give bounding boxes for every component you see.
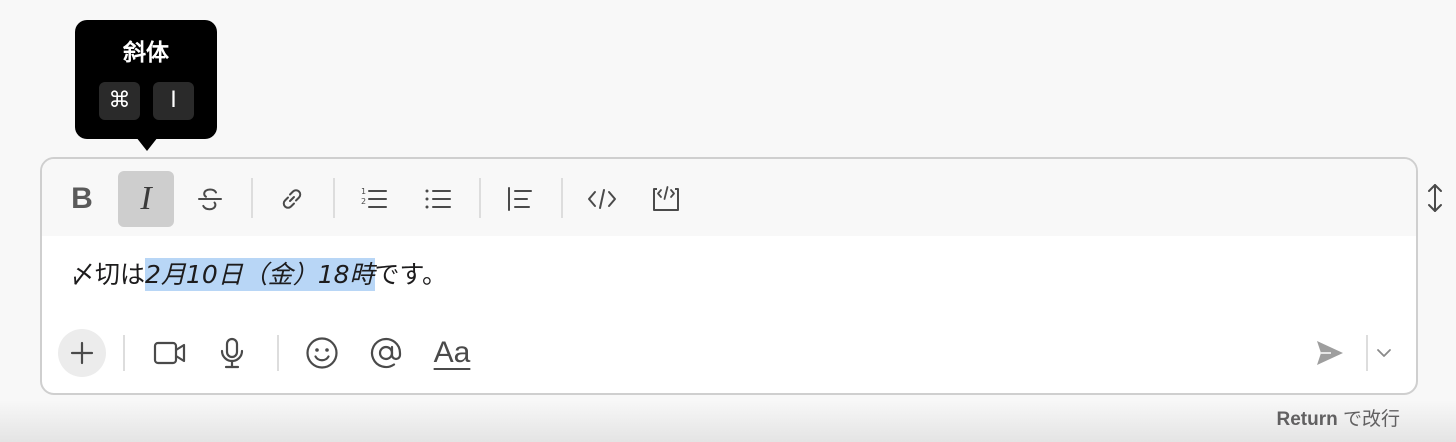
tooltip-arrow [136, 137, 158, 151]
hint-action: で改行 [1342, 409, 1400, 430]
code-block-icon [653, 186, 679, 211]
command-key-cap: ⌘ [99, 82, 140, 120]
expand-composer-button[interactable] [1424, 182, 1446, 214]
video-clip-button[interactable] [146, 329, 194, 377]
hint-key: Return [1276, 409, 1338, 430]
link-icon [282, 189, 302, 209]
schedule-send-button[interactable] [1370, 329, 1398, 377]
audio-clip-button[interactable] [208, 329, 256, 377]
send-icon [1317, 341, 1343, 365]
emoji-icon [306, 337, 338, 369]
bold-button[interactable]: B [54, 171, 110, 227]
toolbar-divider [561, 178, 563, 218]
toolbar-divider [479, 178, 481, 218]
italic-button[interactable]: I [118, 171, 174, 227]
send-button[interactable] [1306, 329, 1354, 377]
svg-text:1: 1 [361, 187, 366, 196]
at-sign-icon [370, 337, 402, 369]
message-text-after: です。 [374, 260, 448, 289]
emoji-button[interactable] [298, 329, 346, 377]
strikethrough-button[interactable] [182, 171, 238, 227]
message-input[interactable]: 〆切は2月10日（金）18時です。 [70, 255, 447, 295]
formatting-toolbar: B I 1 2 [42, 159, 1416, 236]
code-icon [588, 189, 616, 209]
send-divider [1366, 335, 1368, 371]
toolbar-divider [251, 178, 253, 218]
add-attachment-button[interactable] [58, 329, 106, 377]
code-block-button[interactable] [638, 171, 694, 227]
tooltip-title: 斜体 [123, 40, 169, 66]
toolbar-divider [333, 178, 335, 218]
ordered-list-icon: 1 2 [361, 187, 387, 208]
video-camera-icon [153, 341, 186, 365]
selected-text: 2月10日（金）18時 [145, 258, 375, 291]
letter-key-cap: I [153, 82, 194, 120]
text-format-icon: Aa [433, 336, 471, 369]
actions-divider [277, 335, 279, 371]
link-button[interactable] [264, 171, 320, 227]
svg-text:2: 2 [361, 197, 366, 206]
bulleted-list-button[interactable] [410, 171, 466, 227]
chevron-down-icon [1377, 349, 1391, 357]
mention-button[interactable] [362, 329, 410, 377]
blockquote-icon [508, 187, 532, 211]
newline-hint: Return で改行 [1276, 404, 1400, 431]
composer-actions: Aa [42, 327, 1416, 383]
actions-divider [123, 335, 125, 371]
code-button[interactable] [574, 171, 630, 227]
background-shade [0, 400, 1456, 442]
strikethrough-icon [198, 188, 222, 211]
italic-icon: I [140, 180, 152, 217]
formatting-toggle-button[interactable]: Aa [426, 329, 478, 377]
blockquote-button[interactable] [492, 171, 548, 227]
ordered-list-button[interactable]: 1 2 [346, 171, 402, 227]
bulleted-list-icon [425, 189, 451, 209]
bold-icon: B [71, 182, 93, 215]
microphone-icon [220, 337, 244, 369]
send-controls [1306, 327, 1396, 383]
plus-icon [70, 341, 94, 365]
italic-tooltip: 斜体 ⌘ I [75, 20, 217, 139]
message-composer: B I 1 2 〆切は2月10日（金）18時です。 Aa [40, 157, 1418, 395]
vertical-resize-icon [1428, 184, 1442, 212]
message-text-before: 〆切は [70, 260, 146, 289]
